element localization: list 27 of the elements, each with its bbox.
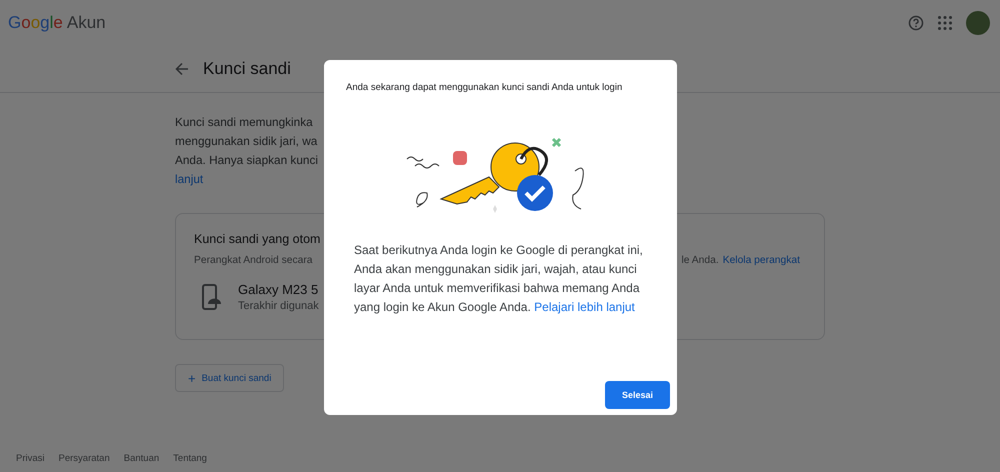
phone-android-icon [202,284,222,310]
intro-text: Kunci sandi memungkinka [175,114,313,131]
device-last-used: Terakhir digunak [238,300,319,312]
dialog-title: Anda sekarang dapat menggunakan kunci sandi Anda untuk login [346,82,622,93]
card-description: le Anda. [681,255,719,266]
footer-link[interactable]: Persyaratan [58,453,110,464]
apps-grid-icon[interactable] [938,16,952,30]
google-logo: Google [8,13,63,33]
back-arrow-icon[interactable] [175,62,189,76]
product-name: Akun [66,13,106,33]
device-name: Galaxy M23 5 [238,282,318,297]
avatar[interactable] [966,11,990,35]
card-description: Perangkat Android secara [194,255,312,266]
manage-devices-link[interactable]: Kelola perangkat [722,255,800,266]
intro-text: menggunakan sidik jari, wa [175,133,318,150]
intro-text: Anda. Hanya siapkan kunci [175,152,318,169]
learn-more-link[interactable]: Pelajari lebih lanjut [534,300,635,314]
footer-link[interactable]: Tentang [173,453,207,464]
dialog-message: Saat berikutnya Anda login ke Google di perangkat ini, Anda akan menggunakan sidik jari, wajah, atau kunci layar Anda untuk memverifikasi bahwa memang Anda yang login ke Akun Google Anda. Pelajari lebih lanjut [354,242,644,316]
create-passkey-button[interactable]: + Buat kunci sandi [175,364,284,392]
done-button[interactable]: Selesai [605,381,670,409]
card-title: Kunci sandi yang otom [194,232,322,246]
footer-link[interactable]: Privasi [16,453,45,464]
help-icon[interactable] [908,15,924,31]
page-title: Kunci sandi [203,59,291,79]
learn-more-link[interactable]: lanjut [175,170,204,189]
footer-link[interactable]: Bantuan [124,453,160,464]
